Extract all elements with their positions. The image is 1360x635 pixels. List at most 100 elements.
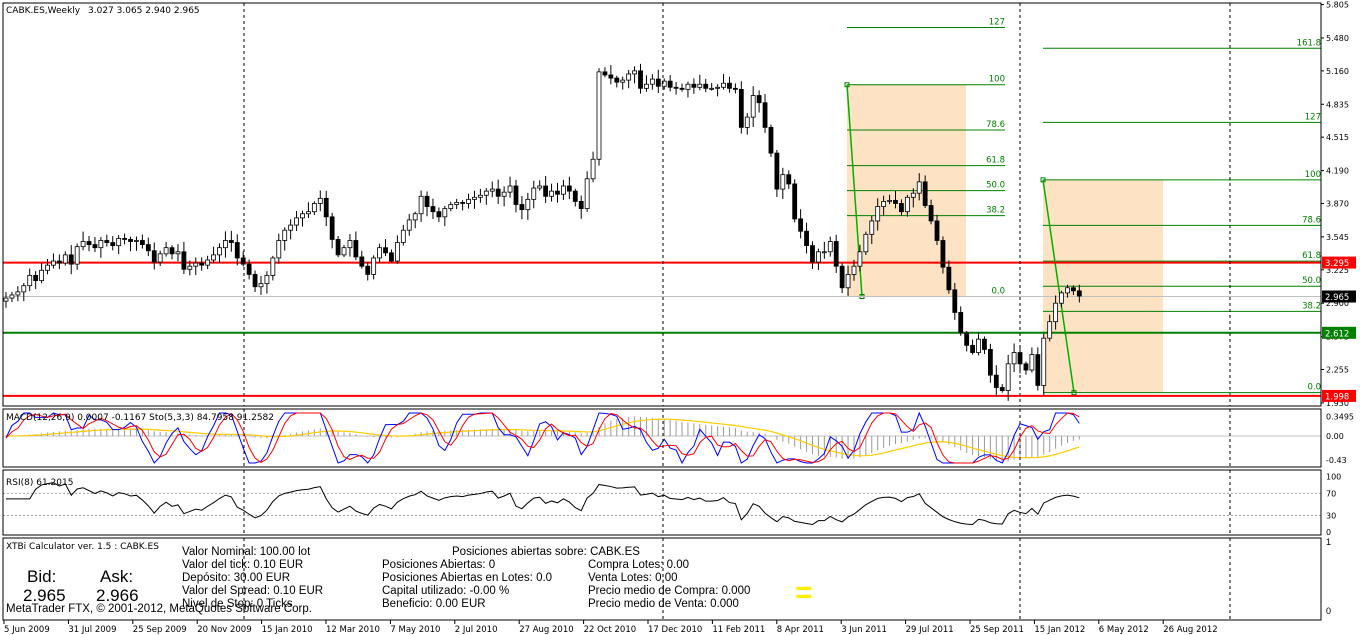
candle-body bbox=[833, 241, 839, 267]
candle-body bbox=[904, 196, 910, 213]
candle-body bbox=[893, 199, 898, 204]
candle-body bbox=[477, 194, 483, 198]
candle-body bbox=[187, 265, 193, 270]
fib2-level-label: 161.8 bbox=[1297, 38, 1321, 48]
candle-body bbox=[341, 247, 347, 256]
candle-body bbox=[697, 83, 703, 88]
ask-label: Ask: bbox=[100, 567, 134, 586]
fib1-level-label: 78.6 bbox=[986, 120, 1005, 130]
candle-body bbox=[531, 187, 537, 200]
candle-body bbox=[466, 198, 471, 204]
candle-body bbox=[15, 291, 21, 296]
candle-body bbox=[555, 190, 560, 195]
candle-body bbox=[958, 312, 964, 334]
chart-window[interactable]: 0.0 38.2 50.0 61.8 78.6 100 127 0.0 38.2 50.0 61.8… bbox=[0, 0, 1360, 635]
candle-body bbox=[1053, 302, 1059, 323]
candle-body bbox=[798, 218, 804, 232]
info-line: Venta Lotes: 0.00 bbox=[588, 572, 678, 584]
candle-body bbox=[223, 240, 228, 249]
x-tick-label: 31 Jul 2009 bbox=[68, 625, 116, 635]
candle-body bbox=[193, 262, 199, 267]
candle-body bbox=[549, 190, 554, 197]
macd-tick-label: 0.00 bbox=[1326, 432, 1344, 441]
price-tick-label: 4.835 bbox=[1326, 100, 1349, 109]
x-tick-label: 5 Jun 2009 bbox=[4, 625, 50, 635]
low-price-tag: 1.998 bbox=[1325, 392, 1349, 402]
candle-body bbox=[566, 185, 572, 192]
candle-body bbox=[875, 206, 881, 222]
candle-body bbox=[572, 190, 578, 202]
candle-body bbox=[104, 240, 110, 243]
fib2-level-label: 127 bbox=[1305, 112, 1321, 122]
candle bbox=[738, 81, 744, 134]
x-tick-label: 15 Jan 2010 bbox=[262, 625, 313, 635]
fib2-level-label: 0.0 bbox=[1307, 383, 1321, 393]
candle-body bbox=[602, 71, 608, 76]
x-tick-label: 29 Jul 2011 bbox=[906, 625, 954, 635]
fib2-level-label: 78.6 bbox=[1302, 215, 1321, 225]
price-tick-label: 3.545 bbox=[1326, 233, 1349, 242]
candle-body bbox=[976, 338, 981, 353]
rsi-tick-label: 30 bbox=[1326, 512, 1336, 521]
candle-body bbox=[614, 77, 620, 83]
candle-body bbox=[347, 240, 353, 249]
macd-title: MACD(12,26,9) 0.0007 -0.1167 Sto(5,3,3) … bbox=[6, 413, 274, 423]
calc-scale-bottom: 0 bbox=[1326, 606, 1332, 616]
info-line: Nivel de Stop: 0 Ticks bbox=[182, 598, 293, 610]
positions-header: Posiciones abiertas sobre: CABK.ES bbox=[452, 546, 640, 558]
fib2-level-label: 61.8 bbox=[1302, 251, 1321, 261]
candle-body bbox=[632, 70, 637, 75]
candle-body bbox=[240, 257, 246, 265]
candle-body bbox=[353, 240, 359, 258]
candle-body bbox=[163, 247, 169, 255]
candle-body bbox=[483, 190, 489, 196]
candle-body bbox=[744, 116, 750, 128]
candle-body bbox=[934, 220, 940, 241]
candle-body bbox=[359, 256, 365, 267]
candle-body bbox=[910, 192, 916, 198]
candle bbox=[863, 231, 869, 256]
candle-body bbox=[371, 257, 377, 275]
fib2-level-label: 100 bbox=[1305, 170, 1321, 180]
candle-body bbox=[228, 240, 234, 243]
candle-body bbox=[246, 263, 252, 275]
candle-body bbox=[234, 242, 240, 259]
candle-body bbox=[727, 82, 732, 89]
price-tick-label: 3.870 bbox=[1326, 199, 1349, 208]
candle-body bbox=[495, 188, 501, 197]
macd-tick-label: -0.43 bbox=[1326, 456, 1347, 465]
candle-body bbox=[377, 247, 382, 259]
candle-body bbox=[626, 73, 632, 81]
candle-body bbox=[33, 275, 39, 281]
x-tick-label: 25 Sep 2011 bbox=[970, 625, 1024, 635]
candle-body bbox=[543, 185, 549, 197]
candle-body bbox=[205, 259, 211, 266]
candle-body bbox=[288, 224, 294, 231]
fib1-level-label: 100 bbox=[989, 75, 1005, 85]
candle-body bbox=[389, 252, 394, 262]
price-tick-label: 2.255 bbox=[1326, 366, 1349, 375]
x-tick-label: 11 Feb 2011 bbox=[712, 625, 765, 635]
x-tick-label: 3 Jun 2011 bbox=[841, 625, 887, 635]
candle-body bbox=[519, 204, 525, 211]
info-col3: Compra Lotes: 0.00 Venta Lotes: 0.00 Pre… bbox=[588, 559, 750, 611]
candle-body bbox=[1076, 290, 1082, 297]
support-price-tag: 2.612 bbox=[1325, 329, 1349, 339]
candle-body bbox=[816, 251, 821, 263]
candle-body bbox=[317, 197, 323, 204]
info-line: Precio medio de Venta: 0.000 bbox=[588, 598, 739, 610]
candle-body bbox=[916, 181, 922, 194]
candle-body bbox=[750, 95, 756, 118]
candle bbox=[792, 179, 798, 223]
x-tick-label: 8 Apr 2011 bbox=[777, 625, 824, 635]
candle-body bbox=[786, 174, 792, 185]
candle-body bbox=[276, 240, 282, 259]
candle-body bbox=[970, 344, 975, 353]
candle-body bbox=[270, 257, 276, 276]
candle-body bbox=[282, 229, 288, 241]
info-line: Posiciones Abiertas en Lotes: 0.0 bbox=[382, 572, 553, 584]
candle-body bbox=[881, 201, 887, 207]
candle-body bbox=[987, 349, 993, 376]
candle-body bbox=[252, 274, 258, 288]
candle-body bbox=[946, 266, 952, 291]
